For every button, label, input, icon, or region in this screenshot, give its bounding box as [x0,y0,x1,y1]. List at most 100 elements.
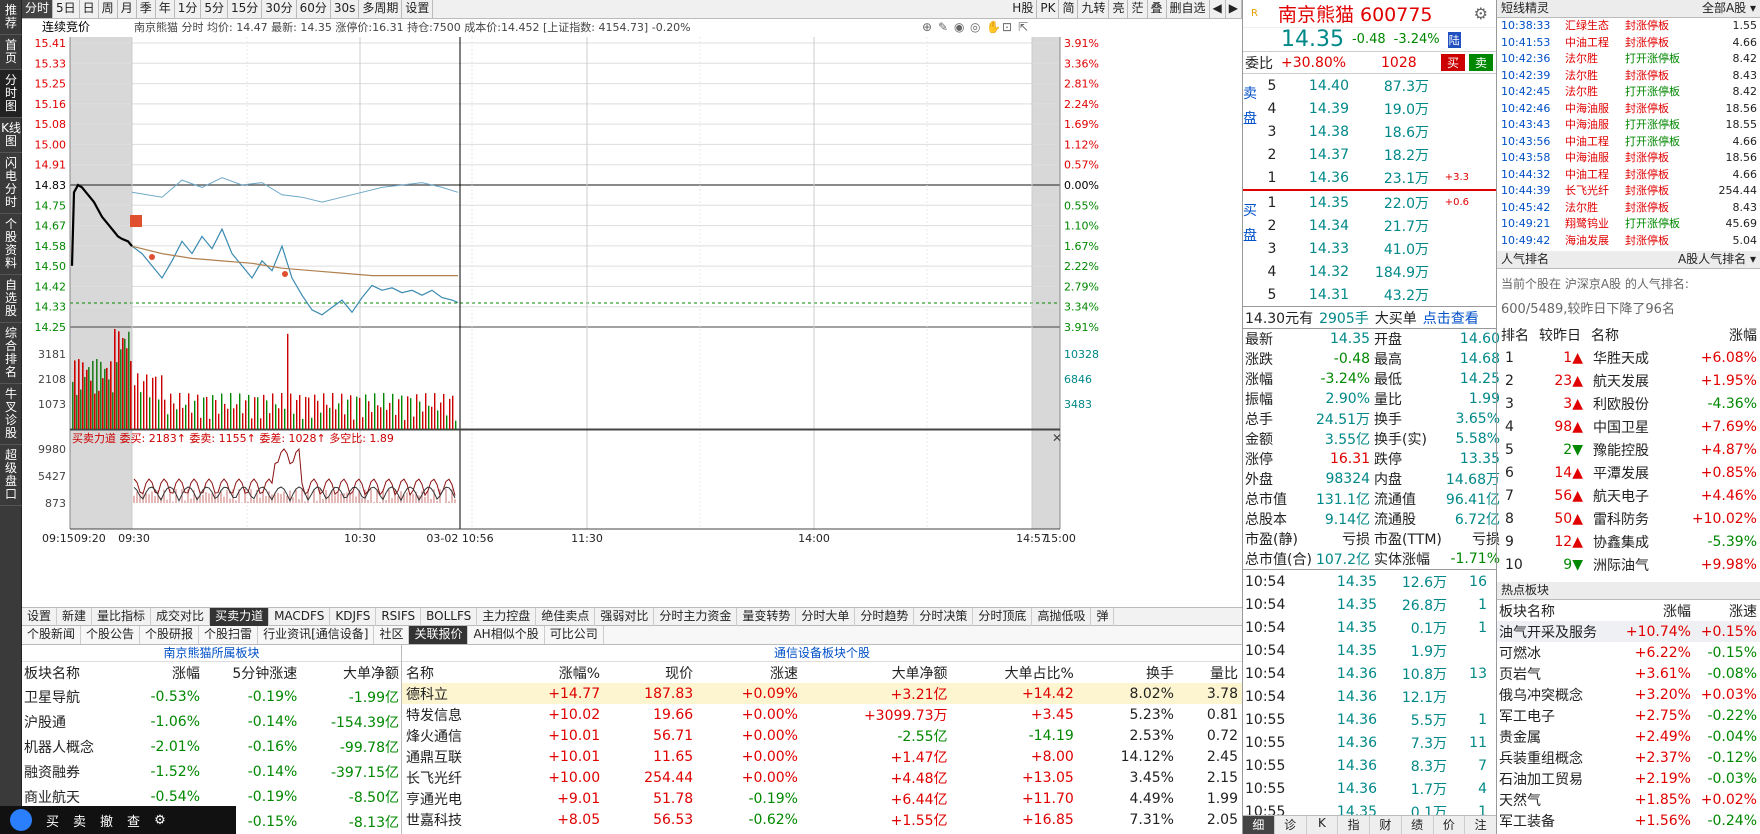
alert-row[interactable]: 10:43:58 中海油服 封涨停板 18.56 [1497,150,1760,167]
info-tab-3[interactable]: 个股扫雷 [199,626,259,644]
indicator-tab-8[interactable]: BOLLFS [421,607,478,626]
indicator-tab-13[interactable]: 量变转势 [737,607,797,626]
bids-row[interactable]: 2 14.34 21.7万 [1257,214,1496,237]
trade-btn-1[interactable]: 卖 [73,811,86,830]
close-icon[interactable]: ✕ [1052,431,1062,445]
toolbar-btn-3[interactable]: 周 [99,0,118,18]
asks-row[interactable]: 4 14.39 19.0万 [1257,97,1496,120]
toolbar-btn-4[interactable]: 月 [118,0,137,18]
indicator-tab-7[interactable]: RSIFS [376,607,422,626]
toolbar-btn-11[interactable]: 60分 [297,0,331,18]
toolbar-btn-12[interactable]: 30s [331,0,360,18]
alerts-filter[interactable]: 全部A股 ▾ [1702,0,1756,17]
toolbar-btn-10[interactable]: 30分 [262,0,297,18]
nav-item-1[interactable]: 首页 [0,35,22,70]
hotsect-row[interactable]: 贵金属 +2.49% -0.04% [1497,726,1760,747]
stock-row[interactable]: 德科立 +14.77 187.83 +0.09% +3.21亿 +14.42 8.02% 3.… [402,683,1242,704]
hotsect-row[interactable]: 俄乌冲突概念 +3.20% +0.03% [1497,684,1760,705]
toolbar-btn-7[interactable]: 1分 [175,0,202,18]
info-tab-0[interactable]: 个股新闻 [22,626,82,644]
hot-row[interactable]: 4 98▲ 中国卫星 +7.69% [1497,415,1760,438]
toolbar-btn-14[interactable]: 设置 [402,0,434,18]
hot-row[interactable]: 10 9▼ 洲际油气 +9.98% [1497,553,1760,576]
hotsect-row[interactable]: 兵装重组概念 +2.37% -0.12% [1497,747,1760,768]
stock-row[interactable]: 通鼎互联 +10.01 11.65 +0.00% +1.47亿 +8.00 14.12% 2.… [402,746,1242,767]
toolbar-right-btn-3[interactable]: 九转 [1078,0,1110,18]
quote-tab-1[interactable]: 诊 [1275,816,1307,834]
sector-col-header[interactable]: 大单净额 [299,662,401,684]
stock-col-header[interactable]: 量比 [1178,662,1242,683]
hotsect-row[interactable]: 可燃冰 +6.22% -0.15% [1497,642,1760,663]
indicator-tab-16[interactable]: 分时决策 [914,607,974,626]
stock-row[interactable]: 长飞光纤 +10.00 254.44 +0.00% +4.48亿 +13.05 3.45% 2… [402,767,1242,788]
indicator-tab-11[interactable]: 强弱对比 [595,607,655,626]
quote-tab-4[interactable]: 财 [1370,816,1402,834]
trade-btn-2[interactable]: 撤 [100,811,113,830]
hot-row[interactable]: 3 3▲ 利欧股份 -4.36% [1497,392,1760,415]
hotsect-row[interactable]: 石油加工贸易 +2.19% -0.03% [1497,768,1760,789]
toolbar-right-btn-4[interactable]: 亮 [1109,0,1129,18]
indicator-tab-12[interactable]: 分时主力资金 [654,607,738,626]
gear-icon[interactable]: ⚙ [1474,4,1488,23]
toolbar-next-icon[interactable]: ▶ [1226,0,1242,18]
nav-item-6[interactable]: 自选股 [0,275,22,323]
chart-tool-icon[interactable]: ◉ [954,20,964,34]
stock-col-header[interactable]: 大单占比% [952,662,1078,683]
stock-col-header[interactable]: 换手 [1078,662,1178,683]
big-order-3[interactable]: 点击查看 [1423,308,1479,328]
settings-icon[interactable]: ⚙ [154,813,166,828]
alert-row[interactable]: 10:44:32 中油工程 封涨停板 4.66 [1497,167,1760,184]
alert-row[interactable]: 10:45:42 法尔胜 封涨停板 8.43 [1497,200,1760,217]
stock-row[interactable]: 亨通光电 +9.01 51.78 -0.19% +6.44亿 +11.70 4.49% 1.9… [402,788,1242,809]
toolbar-right-btn-7[interactable]: 删自选 [1167,0,1210,18]
hotsect-col-header[interactable]: 板块名称 [1497,601,1621,621]
stock-col-header[interactable]: 大单净额 [802,662,952,683]
hotsect-row[interactable]: 页岩气 +3.61% -0.08% [1497,663,1760,684]
hotsect-row[interactable]: 天然气 +1.85% +0.02% [1497,789,1760,810]
indicator-tab-9[interactable]: 主力控盘 [477,607,537,626]
hotsect-row[interactable]: 军工电子 +2.75% -0.22% [1497,705,1760,726]
trade-btn-0[interactable]: 买 [46,811,59,830]
nav-item-3[interactable]: K线图 [0,118,22,153]
toolbar-right-btn-2[interactable]: 简 [1059,0,1079,18]
asks-row[interactable]: 3 14.38 18.6万 [1257,120,1496,143]
stock-row[interactable]: 烽火通信 +10.01 56.71 +0.00% -2.55亿 -14.19 2.53% 0.… [402,725,1242,746]
hot-row[interactable]: 7 56▲ 航天电子 +4.46% [1497,484,1760,507]
alert-row[interactable]: 10:38:33 汇绿生态 封涨停板 1.55 [1497,18,1760,35]
indicator-tab-1[interactable]: 新建 [57,607,93,626]
indicator-tab-4[interactable]: 买卖力道 [210,607,270,626]
alert-row[interactable]: 10:43:56 中油工程 打开涨停板 4.66 [1497,134,1760,151]
alert-row[interactable]: 10:49:21 翔鹭钨业 打开涨停板 45.69 [1497,216,1760,233]
quote-tab-0[interactable]: 细 [1243,816,1275,834]
chart-tool-icon[interactable]: ⊡ [1002,20,1012,34]
indicator-tab-19[interactable]: 弹 [1091,607,1115,626]
toolbar-btn-5[interactable]: 季 [137,0,156,18]
stock-row[interactable]: 特发信息 +10.02 19.66 +0.00% +3099.73万 +3.45 5.23%… [402,704,1242,725]
asks-row[interactable]: 1 14.36 23.1万 +3.3 [1257,166,1496,189]
hot-row[interactable]: 1 1▲ 华胜天成 +6.08% [1497,346,1760,369]
chart-tool-icon[interactable]: ⇱ [1018,20,1028,34]
sector-row[interactable]: 融资融券 -1.52% -0.14% -397.15亿 [22,759,401,784]
toolbar-right-btn-0[interactable]: H股 [1009,0,1038,18]
sector-col-header[interactable]: 5分钟涨速 [202,662,299,684]
hot-row[interactable]: 9 12▲ 协鑫集成 -5.39% [1497,530,1760,553]
toolbar-btn-13[interactable]: 多周期 [359,0,403,18]
nav-item-9[interactable]: 超级盘口 [0,445,22,506]
alert-row[interactable]: 10:41:53 中油工程 封涨停板 4.66 [1497,35,1760,52]
buy-button[interactable]: 买 [1441,54,1466,71]
sell-button[interactable]: 卖 [1469,54,1494,71]
nav-item-2[interactable]: 分时图 [0,70,22,118]
bids-row[interactable]: 5 14.31 43.2万 [1257,283,1496,306]
toolbar-btn-9[interactable]: 15分 [228,0,263,18]
bids-row[interactable]: 3 14.33 41.0万 [1257,237,1496,260]
info-tab-1[interactable]: 个股公告 [81,626,141,644]
stock-col-header[interactable]: 名称 [402,662,506,683]
trade-btn-3[interactable]: 查 [127,811,140,830]
info-tab-8[interactable]: 可比公司 [545,626,604,644]
stock-col-header[interactable]: 现价 [604,662,697,683]
toolbar-btn-8[interactable]: 5分 [201,0,229,18]
chart-tool-icon[interactable]: ✎ [938,20,948,34]
intraday-chart-area[interactable]: 连续竞价 南京熊猫 分时 均价: 14.47 最新: 14.35 涨停价:16.3… [22,19,1242,607]
quote-tab-7[interactable]: 注 [1465,816,1497,834]
hotsect-col-header[interactable]: 涨幅 [1621,601,1691,621]
